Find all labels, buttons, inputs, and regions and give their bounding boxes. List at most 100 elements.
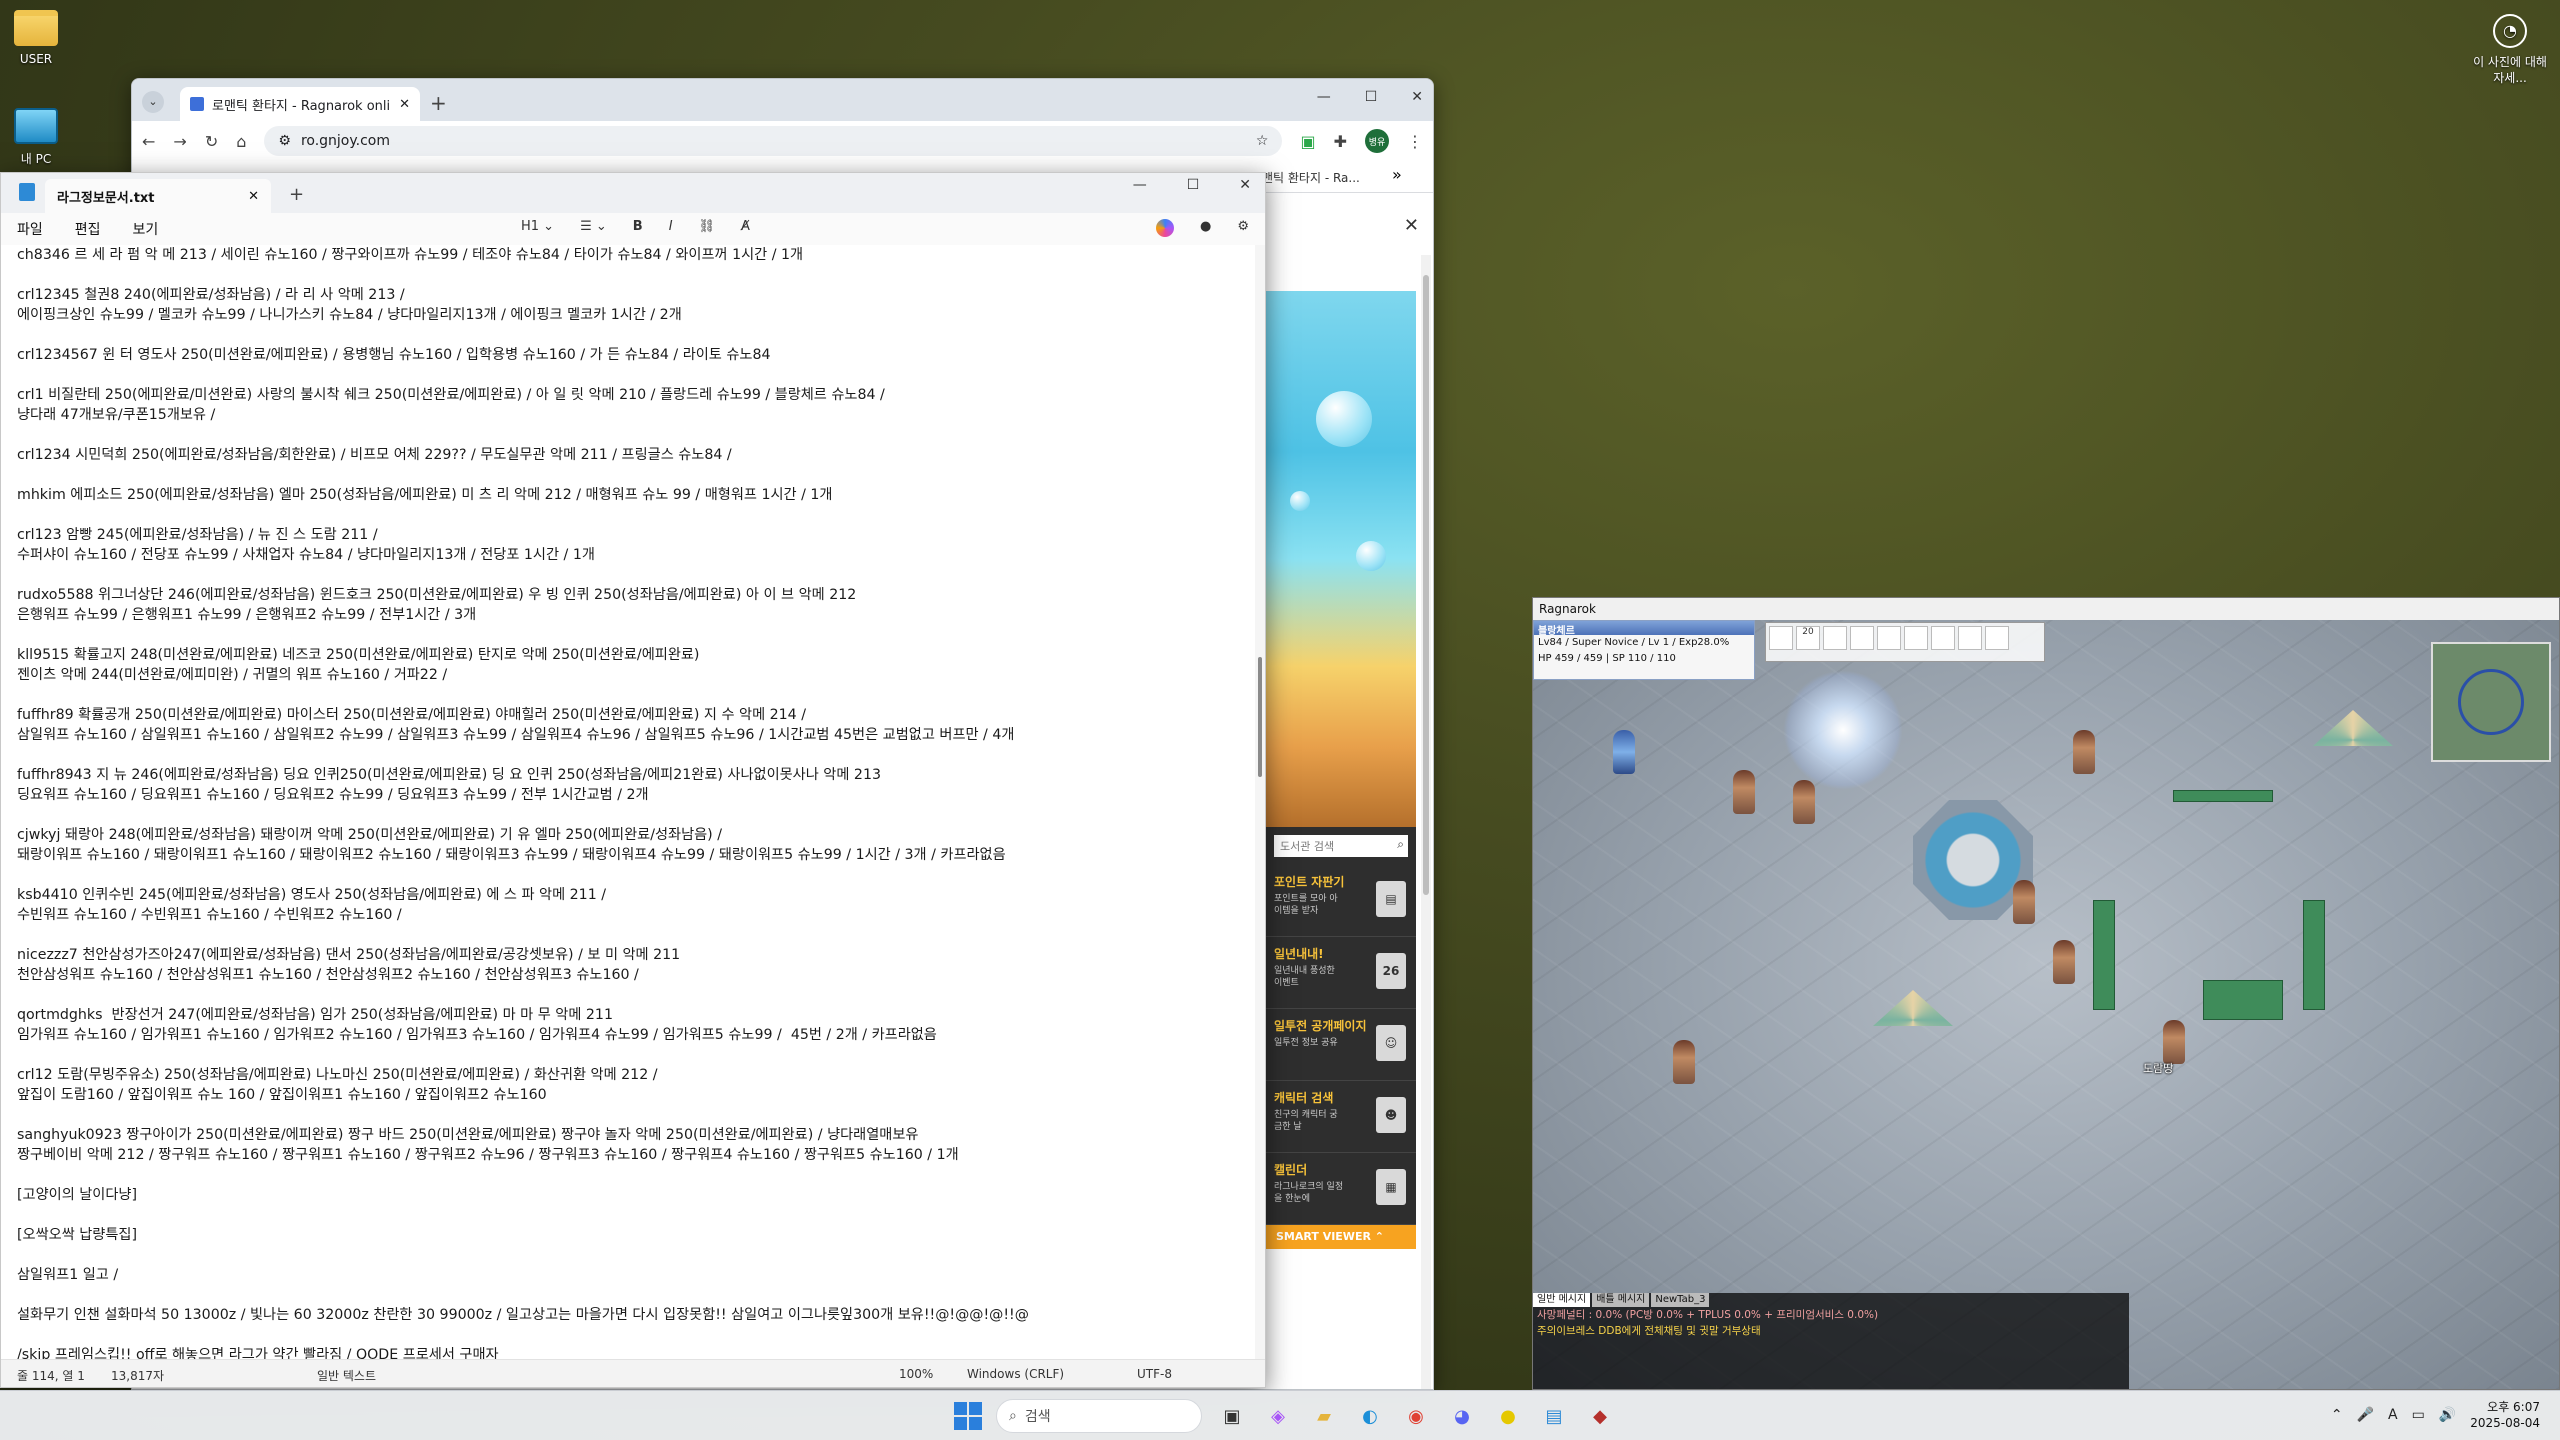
tray-overflow-icon[interactable]: ⌃ (2331, 1407, 2343, 1423)
page-scrollbar[interactable] (1421, 255, 1431, 1389)
home-icon[interactable]: ⌂ (236, 132, 246, 151)
minimize-button[interactable]: — (1317, 89, 1331, 105)
photo-info-button[interactable]: ◔ 이 사진에 대해 자세... (2470, 14, 2550, 86)
puzzle-icon[interactable]: ✚ (1334, 132, 1347, 151)
forward-icon[interactable]: → (173, 132, 186, 151)
close-button[interactable]: ✕ (1411, 89, 1423, 105)
text-editor[interactable]: ch8346 르 세 라 펌 악 메 213 / 세이린 슈노160 / 짱구와… (1, 245, 1255, 1359)
character-sprite[interactable] (1733, 770, 1755, 814)
maximize-button[interactable]: ☐ (1365, 89, 1378, 105)
hotbar-slot[interactable]: 20 (1796, 626, 1820, 650)
close-tab-icon[interactable]: ✕ (399, 97, 410, 112)
document-tab[interactable]: 라그정보문서.txt ✕ (45, 179, 271, 213)
side-menu-item[interactable]: 포인트 자판기 포인트를 모아 아이템을 받자 ▤ (1266, 865, 1416, 937)
address-bar[interactable]: ⚙ ro.gnjoy.com ☆ (264, 126, 1283, 156)
kakaotalk-icon[interactable]: ● (1492, 1400, 1524, 1432)
search-icon[interactable]: ⌕ (1397, 837, 1404, 852)
desktop-icon-user[interactable]: USER (0, 10, 72, 66)
menu-file[interactable]: 파일 (17, 219, 43, 239)
bold-button[interactable]: B (633, 219, 643, 234)
bookmarks-overflow-icon[interactable]: » (1392, 165, 1402, 184)
character-sprite[interactable] (2013, 880, 2035, 924)
scrollbar-thumb[interactable] (1423, 275, 1429, 895)
profile-avatar[interactable]: 병유 (1365, 129, 1389, 153)
ragnarok-icon[interactable]: ◆ (1584, 1400, 1616, 1432)
close-button[interactable]: ✕ (1239, 177, 1251, 193)
menu-icon[interactable]: ⋮ (1407, 132, 1423, 151)
hotbar-slot[interactable] (1823, 626, 1847, 650)
clock[interactable]: 오후 6:07 2025-08-04 (2470, 1399, 2540, 1431)
promo-banner-image[interactable] (1266, 291, 1416, 827)
link-icon[interactable]: ⛓ (699, 219, 716, 234)
character-sprite[interactable] (1613, 730, 1635, 774)
close-banner-icon[interactable]: ✕ (1404, 215, 1419, 236)
microphone-icon[interactable]: 🎤 (2357, 1407, 2374, 1423)
edge-icon[interactable]: ◐ (1354, 1400, 1386, 1432)
hotbar-slot[interactable] (1877, 626, 1901, 650)
menu-edit[interactable]: 편집 (75, 219, 101, 239)
scrollbar-thumb[interactable] (1258, 657, 1262, 777)
start-button[interactable] (954, 1402, 982, 1430)
character-sprite[interactable] (2053, 940, 2075, 984)
smart-viewer-label: SMART VIEWER (1276, 1230, 1371, 1243)
hotbar-slot[interactable] (1850, 626, 1874, 650)
bookmark-star-icon[interactable]: ☆ (1256, 133, 1269, 149)
editor-scrollbar[interactable] (1255, 245, 1265, 1359)
character-sprite[interactable] (2073, 730, 2095, 774)
hotbar-slot[interactable] (1769, 626, 1793, 650)
clear-format-icon[interactable]: A̸ (741, 219, 750, 234)
account-icon[interactable]: ● (1200, 219, 1211, 237)
bookmark-item[interactable]: 맨틱 환타지 - Ra... (1262, 169, 1360, 186)
game-scene[interactable]: 도람땅 블랑체르 Lv84 / Super Novice / Lv 1 / Ex… (1533, 620, 2559, 1389)
close-tab-icon[interactable]: ✕ (248, 189, 259, 204)
italic-button[interactable]: I (669, 219, 673, 234)
hotbar-slot[interactable] (1958, 626, 1982, 650)
character-sprite[interactable] (1673, 1040, 1695, 1084)
maximize-button[interactable]: ☐ (1187, 177, 1200, 193)
photo-info-label: 이 사진에 대해 자세... (2473, 55, 2547, 85)
file-explorer-icon[interactable]: ▰ (1308, 1400, 1340, 1432)
smart-viewer-button[interactable]: SMART VIEWER ⌃ (1266, 1225, 1416, 1249)
taskbar-search[interactable]: ⌕ 검색 (996, 1399, 1202, 1433)
side-menu-item[interactable]: 일투전 공개페이지 일투전 정보 공유 ☺ (1266, 1009, 1416, 1081)
discord-icon[interactable]: ◕ (1446, 1400, 1478, 1432)
chrome-icon[interactable]: ◉ (1400, 1400, 1432, 1432)
extension-icon[interactable]: ▣ (1300, 132, 1315, 151)
heading-dropdown[interactable]: H1 ⌄ (521, 219, 554, 234)
back-icon[interactable]: ← (142, 132, 155, 151)
chat-tab[interactable]: 배틀 메시지 (1592, 1293, 1650, 1307)
desktop-icon-pc[interactable]: 내 PC (0, 108, 72, 167)
minimap[interactable] (2431, 642, 2551, 762)
side-menu-item[interactable]: 캐릭터 검색 친구의 캐릭터 궁금한 날 ☻ (1266, 1081, 1416, 1153)
chat-tab[interactable]: NewTab_3 (1651, 1293, 1710, 1307)
site-info-icon[interactable]: ⚙ (278, 133, 291, 149)
network-icon[interactable]: ▭ (2412, 1407, 2425, 1423)
chat-window[interactable]: 일반 메시지 배틀 메시지 NewTab_3 사망페널티 : 0.0% (PC방… (1533, 1293, 2129, 1389)
list-dropdown[interactable]: ☰ ⌄ (580, 219, 607, 234)
hotbar-slot[interactable] (1985, 626, 2009, 650)
menu-view[interactable]: 보기 (133, 219, 159, 239)
notepad-icon[interactable]: ▤ (1538, 1400, 1570, 1432)
side-menu-item[interactable]: 일년내내! 일년내내 풍성한 이벤트 26 (1266, 937, 1416, 1009)
copilot-icon[interactable]: ◈ (1262, 1400, 1294, 1432)
new-tab-button[interactable]: + (430, 91, 447, 115)
minimize-button[interactable]: — (1133, 177, 1147, 193)
settings-gear-icon[interactable]: ⚙ (1237, 219, 1249, 237)
bubble-decoration (1356, 541, 1386, 571)
copilot-icon[interactable] (1156, 219, 1174, 237)
ime-indicator[interactable]: A (2388, 1407, 2398, 1423)
library-search-input[interactable]: 도서관 검색 ⌕ (1274, 835, 1408, 857)
player-sprite[interactable] (2163, 1020, 2185, 1064)
chat-tab[interactable]: 일반 메시지 (1533, 1293, 1591, 1307)
task-view-icon[interactable]: ▣ (1216, 1400, 1248, 1432)
character-info-window[interactable]: 블랑체르 Lv84 / Super Novice / Lv 1 / Exp28.… (1533, 620, 1755, 680)
side-menu-item[interactable]: 캘린더 라그나로크의 일정을 한눈에 ▦ (1266, 1153, 1416, 1225)
volume-icon[interactable]: 🔊 (2439, 1407, 2456, 1423)
tab-search-button[interactable]: ⌄ (142, 91, 164, 113)
hotbar-slot[interactable] (1904, 626, 1928, 650)
chrome-tab[interactable]: 로맨틱 환타지 - Ragnarok onli ✕ (180, 87, 420, 121)
reload-icon[interactable]: ↻ (205, 132, 218, 151)
character-sprite[interactable] (1793, 780, 1815, 824)
new-tab-button[interactable]: + (289, 184, 304, 205)
hotbar-slot[interactable] (1931, 626, 1955, 650)
